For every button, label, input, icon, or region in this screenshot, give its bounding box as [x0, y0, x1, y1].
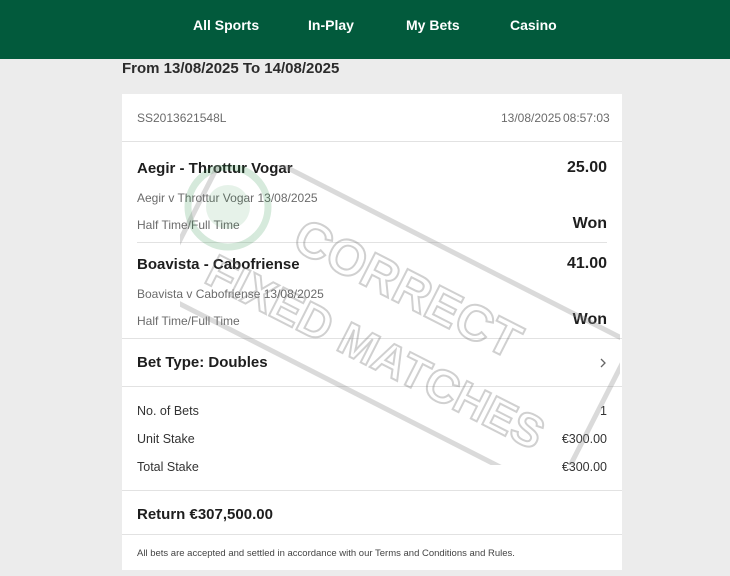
selection-name: Boavista - Cabofriense	[137, 256, 300, 273]
bet-receipt-card: SS2013621548L 13/08/2025 08:57:03 Aegir …	[122, 94, 622, 570]
chevron-right-icon	[600, 358, 606, 368]
divider	[122, 141, 622, 142]
top-navigation: All Sports In-Play My Bets Casino	[0, 0, 730, 59]
summary-label: No. of Bets	[137, 404, 199, 418]
return-amount: Return €307,500.00	[137, 506, 273, 523]
summary-label: Total Stake	[137, 460, 199, 474]
selection-event: Boavista v Cabofriense 13/08/2025	[137, 287, 324, 301]
selection-event: Aegir v Throttur Vogar 13/08/2025	[137, 191, 318, 205]
nav-in-play[interactable]: In-Play	[308, 17, 354, 33]
selection-result: Won	[572, 311, 607, 328]
nav-casino[interactable]: Casino	[510, 17, 557, 33]
selection-result: Won	[572, 215, 607, 232]
selection-odds: 25.00	[566, 159, 607, 176]
summary-value: 1	[600, 404, 607, 418]
selection-odds: 41.00	[566, 255, 607, 272]
divider	[137, 242, 607, 243]
selection-name: Aegir - Throttur Vogar	[137, 160, 293, 177]
summary-label: Unit Stake	[137, 432, 195, 446]
terms-disclaimer: All bets are accepted and settled in acc…	[137, 548, 515, 559]
nav-my-bets[interactable]: My Bets	[406, 17, 460, 33]
summary-value: €300.00	[561, 432, 607, 446]
divider	[122, 490, 622, 491]
summary-value: €300.00	[561, 460, 607, 474]
selection-market: Half Time/Full Time	[137, 314, 240, 328]
bet-type-label: Bet Type: Doubles	[137, 354, 268, 371]
nav-all-sports[interactable]: All Sports	[193, 17, 259, 33]
divider	[122, 386, 622, 387]
bet-type-row[interactable]: Bet Type: Doubles	[122, 339, 622, 386]
bet-placed-time: 08:57:03	[563, 111, 610, 125]
bet-reference: SS2013621548L	[137, 111, 227, 125]
selection-market: Half Time/Full Time	[137, 218, 240, 232]
bet-placed-date: 13/08/2025	[501, 111, 562, 125]
divider	[122, 534, 622, 535]
date-range-heading: From 13/08/2025 To 14/08/2025	[122, 60, 340, 77]
